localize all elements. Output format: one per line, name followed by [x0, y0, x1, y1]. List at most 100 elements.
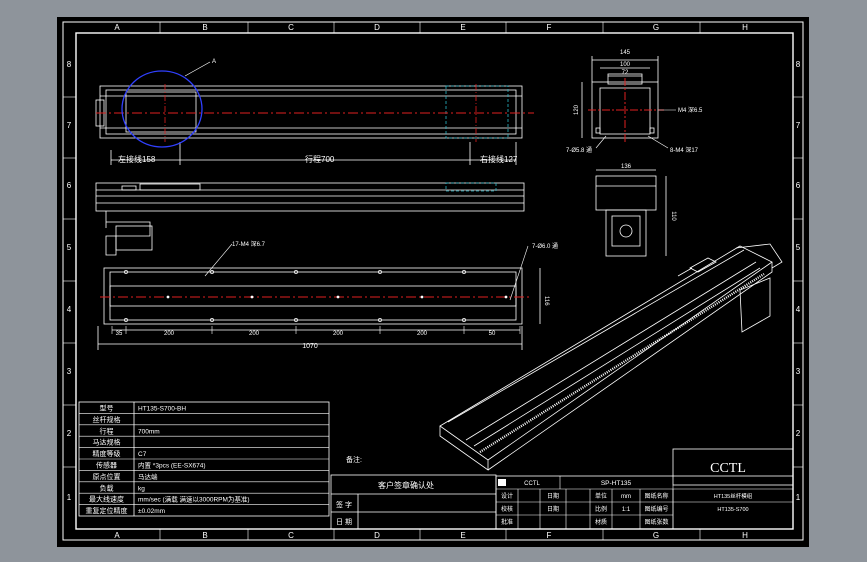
travel-dim-label: 行程700 — [305, 154, 335, 164]
grid-col-label-bottom: F — [547, 531, 552, 540]
product-name: HT135丝杆模组 — [714, 492, 753, 500]
end-width-label: 145 — [620, 50, 631, 56]
end-inner-2-label: 72 — [622, 70, 629, 76]
grid-row-label-left: 8 — [67, 60, 72, 69]
grid-row-label-right: 3 — [796, 367, 801, 376]
grid-col-label-top: A — [114, 23, 120, 32]
title-block-cell: 比例 — [595, 505, 607, 513]
title-block-cell: 材质 — [595, 518, 607, 526]
customer-confirm-label: 客户签章确认处 — [378, 480, 434, 490]
end-note-bl: 7-Ø5.8 通 — [566, 146, 592, 154]
pitch-label: 35 — [116, 331, 123, 337]
param-value: HT135-S700-BH — [138, 406, 186, 413]
grid-row-label-right: 7 — [796, 121, 801, 130]
grid-col-label-bottom: B — [202, 531, 207, 540]
logo-mark — [498, 479, 506, 486]
pitch-label: 50 — [489, 331, 496, 337]
title-block-cell: 图纸张数 — [644, 518, 668, 526]
title-block-cell: 1:1 — [622, 507, 631, 513]
grid-row-label-left: 6 — [67, 181, 72, 190]
date-label: 日 期 — [336, 518, 352, 526]
grid-row-label-left: 1 — [67, 493, 72, 502]
hole-mark — [250, 295, 254, 299]
grid-col-label-top: E — [460, 23, 465, 32]
hole-note-left: 17-M4 深6.7 — [232, 240, 266, 248]
title-block-cell: 批准 — [501, 518, 513, 526]
grid-col-label-top: B — [202, 23, 207, 32]
remark-label: 备注: — [346, 455, 362, 464]
param-label: 精度等级 — [93, 449, 121, 458]
pitch-label: 200 — [164, 331, 175, 337]
grid-row-label-left: 2 — [67, 429, 72, 438]
end-note-br: 8-M4 深17 — [670, 146, 699, 154]
grid-row-label-left: 4 — [67, 305, 72, 314]
left-dim-label: 左接线158 — [118, 154, 156, 164]
drawing-canvas[interactable]: A A B B C C D D E E F F G G H H 8 8 7 7 6 6 5 5 4 4 3 3 2 2 1 1 A 左接线15… — [0, 0, 867, 562]
grid-col-label-bottom: C — [288, 531, 294, 540]
grid-row-label-left: 5 — [67, 243, 72, 252]
param-label: 重复定位精度 — [86, 506, 128, 515]
sign-label: 签 字 — [336, 500, 352, 509]
grid-col-label-top: F — [547, 23, 552, 32]
drawing-number: SP-HT135 — [601, 480, 632, 487]
grid-row-label-right: 5 — [796, 243, 801, 252]
company-name: CCTL — [710, 461, 746, 476]
param-value: C7 — [138, 451, 147, 458]
grid-col-label-bottom: D — [374, 531, 380, 540]
grid-row-label-right: 1 — [796, 493, 801, 502]
grid-col-label-bottom: E — [460, 531, 465, 540]
title-block-cell: 单位 — [595, 492, 607, 500]
grid-col-label-bottom: G — [653, 531, 659, 540]
grid-col-label-bottom: A — [114, 531, 120, 540]
grid-row-label-right: 2 — [796, 429, 801, 438]
param-label: 行程 — [100, 426, 114, 435]
grid-row-label-left: 7 — [67, 121, 72, 130]
param-value: mm/sec (满载 满速以3000RPM为基准) — [138, 495, 250, 504]
end-height-label: 120 — [574, 104, 580, 115]
param-label: 原点位置 — [93, 472, 121, 481]
side-height-label: 110 — [670, 211, 676, 221]
param-label: 负载 — [100, 483, 114, 492]
param-value: 内置 *3pcs (EE-SX674) — [138, 461, 206, 470]
title-block-cell: 设计 — [501, 492, 513, 500]
hole-mark — [166, 295, 170, 299]
hole-note-right: 7-Ø6.0 通 — [532, 242, 558, 250]
pitch-label: 200 — [417, 331, 428, 337]
param-value: kg — [138, 485, 145, 492]
title-block-cell: mm — [621, 494, 631, 500]
detail-mark-label: A — [212, 59, 216, 65]
grid-row-label-right: 6 — [796, 181, 801, 190]
param-label: 传感器 — [96, 461, 117, 470]
param-label: 型号 — [100, 404, 114, 413]
title-block-cell: 校核 — [501, 505, 513, 513]
drawing-code: HT135-S700 — [717, 507, 748, 513]
grid-col-label-top: H — [742, 23, 748, 32]
height-dim-label: 116 — [543, 296, 549, 306]
param-value: 马达端 — [138, 472, 158, 481]
param-label: 马达规格 — [93, 438, 121, 447]
title-block-cell: 图纸编号 — [644, 505, 668, 513]
hole-mark — [504, 295, 508, 299]
param-label: 最大线速度 — [89, 495, 124, 504]
cad-drawing-window: A A B B C C D D E E F F G G H H 8 8 7 7 6 6 5 5 4 4 3 3 2 2 1 1 A 左接线15… — [0, 0, 867, 562]
param-label: 丝杆规格 — [93, 415, 121, 424]
left-logo: CCTL — [524, 481, 540, 487]
hole-mark — [420, 295, 424, 299]
right-dim-label: 右接线127 — [480, 154, 518, 164]
side-width-label: 136 — [621, 164, 632, 170]
title-block-cell: 图纸名称 — [644, 492, 668, 500]
grid-row-label-right: 8 — [796, 60, 801, 69]
end-inner-1-label: 100 — [620, 62, 631, 68]
title-block-cell: 日期 — [547, 492, 559, 500]
grid-col-label-top: G — [653, 23, 659, 32]
pitch-label: 200 — [249, 331, 260, 337]
grid-row-label-right: 4 — [796, 305, 801, 314]
grid-col-label-bottom: H — [742, 531, 748, 540]
param-value: ±0.02mm — [138, 508, 165, 515]
hole-mark — [336, 295, 340, 299]
param-value: 700mm — [138, 428, 160, 435]
grid-col-label-top: C — [288, 23, 294, 32]
grid-row-label-left: 3 — [67, 367, 72, 376]
end-note-right: M4 深6.5 — [678, 106, 703, 114]
pitch-label: 200 — [333, 331, 344, 337]
